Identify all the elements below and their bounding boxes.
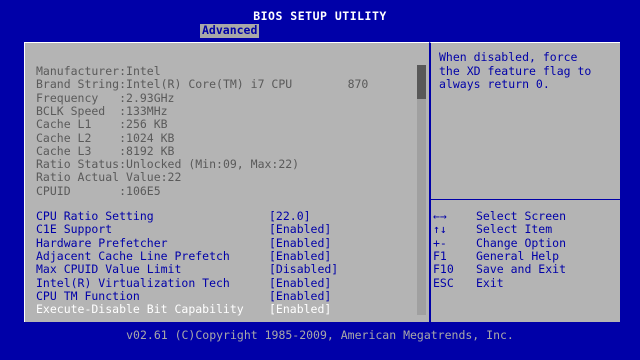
- bios-screen: BIOS SETUP UTILITY Advanced Manufacturer…: [0, 0, 640, 360]
- help-text: When disabled, force the XD feature flag…: [439, 50, 592, 91]
- cpu-info-label: Cache L3: [36, 143, 120, 158]
- key-hint: ESC: [433, 275, 454, 290]
- help-divider: [429, 199, 620, 200]
- cpu-info-value: :256 KB: [119, 117, 168, 132]
- copyright-footer: v02.61 (C)Copyright 1985-2009, American …: [126, 328, 514, 342]
- setting-label[interactable]: C1E Support: [36, 223, 112, 237]
- key-hint: F10: [433, 262, 454, 277]
- cpu-info-label: Cache L2: [36, 130, 120, 145]
- cpu-info-row: CPUID :106E5: [36, 183, 161, 199]
- scrollbar-thumb[interactable]: [417, 65, 426, 99]
- cpu-info-value: :133MHz: [119, 103, 168, 118]
- cpu-info-value: Value:22: [119, 170, 182, 185]
- setting-value[interactable]: [Disabled]: [269, 263, 338, 277]
- cpu-info-value: :Unlocked (Min:09, Max:22): [119, 157, 300, 172]
- key-hint: ↑↓: [433, 222, 447, 237]
- key-description: Exit: [476, 275, 504, 290]
- setting-label[interactable]: Intel(R) Virtualization Tech: [36, 276, 230, 291]
- cpu-info-label: Cache L1: [36, 117, 120, 132]
- setting-value[interactable]: [Enabled]: [269, 223, 331, 237]
- cpu-info-value: :Intel(R) Core(TM) i7 CPU 870: [119, 77, 369, 92]
- cpu-info-value: :106E5: [119, 183, 161, 198]
- cpu-info-label: Frequency: [36, 90, 120, 105]
- bios-title: BIOS SETUP UTILITY: [253, 9, 387, 23]
- cpu-info-value: :1024 KB: [119, 130, 175, 145]
- cpu-info-label: Manufacturer: [36, 64, 120, 78]
- cpu-info-value: :2.93GHz: [119, 90, 175, 105]
- cpu-info-label: BCLK Speed: [36, 103, 120, 118]
- cpu-info-label: Ratio Status: [36, 157, 120, 172]
- setting-label[interactable]: Execute-Disable Bit Capability: [36, 303, 244, 317]
- cpu-info-label: Brand String: [36, 77, 120, 92]
- setting-value[interactable]: [Enabled]: [269, 303, 331, 317]
- scrollbar[interactable]: [417, 65, 426, 315]
- key-description: Save and Exit: [476, 262, 567, 277]
- tab-advanced[interactable]: Advanced: [200, 23, 260, 38]
- cpu-info-label: CPUID: [36, 183, 120, 198]
- setting-value[interactable]: [Enabled]: [269, 276, 331, 291]
- key-description: Select Item: [476, 222, 553, 237]
- cpu-info-value: :Intel: [119, 64, 161, 78]
- setting-label[interactable]: Max CPUID Value Limit: [36, 263, 181, 277]
- cpu-info-label: Ratio Actual: [36, 170, 120, 185]
- cpu-info-value: :8192 KB: [119, 143, 175, 158]
